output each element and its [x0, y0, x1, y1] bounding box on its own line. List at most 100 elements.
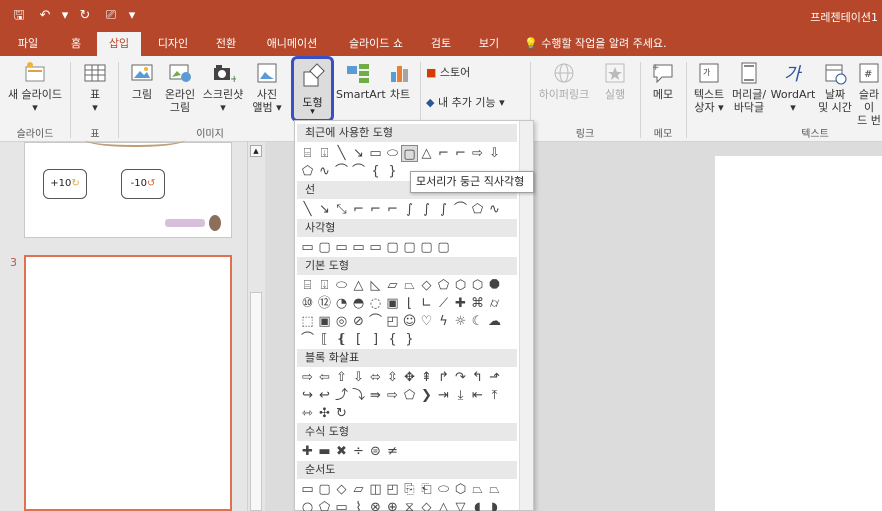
slide-thumbnail-3[interactable] [24, 255, 232, 511]
bent-up-arrow-icon[interactable]: ⬏ [486, 369, 503, 386]
octagon-icon[interactable]: ⯃ [486, 277, 503, 294]
pie-icon[interactable]: ◔ [333, 295, 350, 312]
arc-shape-icon[interactable]: ⌒ [350, 163, 367, 180]
tab-review[interactable]: 검토 [424, 32, 458, 56]
cross-icon[interactable]: ✚ [452, 295, 469, 312]
tell-me-box[interactable]: 💡 수행할 작업을 알려 주세요. [524, 32, 684, 56]
flow-tape-icon[interactable]: ⌇ [350, 499, 367, 511]
diagonal-stripe-icon[interactable]: ⟋ [435, 295, 452, 312]
vertical-textbox-shape-icon[interactable]: ⍗ [316, 145, 333, 162]
freeform-shape-icon[interactable]: ⬠ [299, 163, 316, 180]
notched-right-arrow-icon[interactable]: ⇨ [384, 387, 401, 404]
scroll-up-icon[interactable]: ▲ [250, 145, 262, 157]
minus-icon[interactable]: ▬ [316, 443, 333, 460]
shapes-button[interactable]: 도형 ▾ [291, 56, 334, 122]
flow-document-icon[interactable]: ⎘ [401, 481, 418, 498]
textbox-button[interactable]: 가 텍스트 상자 ▾ [690, 60, 728, 114]
presenter-icon[interactable]: ⎚ [100, 6, 122, 26]
parallelogram-icon[interactable]: ▱ [384, 277, 401, 294]
folded-corner-icon[interactable]: ◰ [384, 313, 401, 330]
round-two-rect-icon[interactable]: ▢ [418, 239, 435, 256]
left-right-up-arrow-icon[interactable]: ⇞ [418, 369, 435, 386]
bevel-icon[interactable]: ▣ [316, 313, 333, 330]
oval-shape-icon[interactable]: ⬭ [384, 145, 401, 162]
basic-vertical-textbox-icon[interactable]: ⍗ [316, 277, 333, 294]
quad-arrow-icon[interactable]: ✥ [401, 369, 418, 386]
left-up-arrow-icon[interactable]: ↰ [469, 369, 486, 386]
flow-summing-icon[interactable]: ⊗ [367, 499, 384, 511]
down-arrow-callout-icon[interactable]: ⤓ [452, 387, 469, 404]
divide-icon[interactable]: ÷ [350, 443, 367, 460]
snip-diag-rect-icon[interactable]: ▭ [367, 239, 384, 256]
circular-arrow-icon[interactable]: ↻ [333, 405, 350, 422]
not-equal-icon[interactable]: ≠ [384, 443, 401, 460]
tab-view[interactable]: 보기 [472, 32, 506, 56]
rounded-rectangle-shape-icon[interactable]: ▢ [401, 145, 418, 162]
l-shape-icon[interactable]: ∟ [418, 295, 435, 312]
arrow-line-shape-icon[interactable]: ↘ [350, 145, 367, 162]
flow-merge-icon[interactable]: ▽ [452, 499, 469, 511]
moon-icon[interactable]: ☾ [469, 313, 486, 330]
flow-preparation-icon[interactable]: ⬡ [452, 481, 469, 498]
pentagon-arrow-icon[interactable]: ⬠ [401, 387, 418, 404]
tab-insert[interactable]: 삽입 [97, 32, 141, 56]
half-frame-icon[interactable]: ⌊ [401, 295, 418, 312]
tab-design[interactable]: 디자인 [150, 32, 196, 56]
dodecagon-icon[interactable]: ⑫ [316, 295, 333, 312]
double-arrow-icon[interactable]: ⤡ [333, 201, 350, 218]
curve-icon[interactable]: ⌒ [452, 201, 469, 218]
left-right-arrow-callout-icon[interactable]: ⇿ [299, 405, 316, 422]
round-diag-rect-icon[interactable]: ▢ [435, 239, 452, 256]
curved-double-arrow-icon[interactable]: ∫ [435, 201, 452, 218]
diamond-icon[interactable]: ◇ [418, 277, 435, 294]
tab-transitions[interactable]: 전환 [206, 32, 246, 56]
left-brace-shape-icon[interactable]: { [367, 163, 384, 180]
undo-dropdown-icon[interactable]: ▾ [60, 6, 70, 26]
tab-animations[interactable]: 애니메이션 [258, 32, 326, 56]
curved-connector-icon[interactable]: ∫ [401, 201, 418, 218]
teardrop-icon[interactable]: ◌ [367, 295, 384, 312]
hexagon-icon[interactable]: ⬡ [452, 277, 469, 294]
quad-arrow-callout-icon[interactable]: ✣ [316, 405, 333, 422]
textbox-shape-icon[interactable]: ⌸ [299, 145, 316, 162]
arc-icon[interactable]: ⌒ [299, 331, 316, 348]
smiley-face-icon[interactable]: ☺ [401, 313, 418, 330]
wordart-button[interactable]: 가 WordArt ▾ [770, 60, 816, 114]
pentagon-icon[interactable]: ⬠ [435, 277, 452, 294]
u-turn-arrow-icon[interactable]: ↷ [452, 369, 469, 386]
chart-button[interactable]: 차트 [384, 60, 416, 101]
frame-icon[interactable]: ▣ [384, 295, 401, 312]
scribble-shape-icon[interactable]: ∿ [316, 163, 333, 180]
basic-textbox-icon[interactable]: ⌸ [299, 277, 316, 294]
bent-arrow-icon[interactable]: ↱ [435, 369, 452, 386]
cloud-icon[interactable]: ☁ [486, 313, 503, 330]
tab-file[interactable]: 파일 [8, 32, 48, 56]
cube-icon[interactable]: ⬚ [299, 313, 316, 330]
line-icon[interactable]: ╲ [299, 201, 316, 218]
curved-arrow-icon[interactable]: ∫ [418, 201, 435, 218]
plus-icon[interactable]: ✚ [299, 443, 316, 460]
multiply-icon[interactable]: ✖ [333, 443, 350, 460]
curved-right-arrow-icon[interactable]: ↪ [299, 387, 316, 404]
up-down-arrow-icon[interactable]: ⇳ [384, 369, 401, 386]
up-arrow-callout-icon[interactable]: ⤒ [486, 387, 503, 404]
action-button[interactable]: 실행 [598, 60, 632, 101]
block-arc-icon[interactable]: ⌒ [367, 313, 384, 330]
round-one-rect-icon[interactable]: ▢ [401, 239, 418, 256]
scroll-thumb[interactable] [250, 292, 262, 511]
flow-data-icon[interactable]: ▱ [350, 481, 367, 498]
tab-home[interactable]: 홈 [62, 32, 90, 56]
screenshot-button[interactable]: + 스크린샷 ▾ [200, 60, 246, 114]
smartart-button[interactable]: SmartArt [336, 60, 386, 101]
heptagon-icon[interactable]: ⬡ [469, 277, 486, 294]
flow-card-icon[interactable]: ▭ [333, 499, 350, 511]
header-footer-button[interactable]: 머리글/ 바닥글 [728, 60, 770, 114]
left-brace-icon[interactable]: { [384, 331, 401, 348]
store-button[interactable]: ■ 스토어 [426, 66, 516, 79]
hyperlink-button[interactable]: 하이퍼링크 [536, 60, 592, 101]
flow-extract-icon[interactable]: △ [435, 499, 452, 511]
curve-shape-icon[interactable]: ⌒ [333, 163, 350, 180]
pictures-button[interactable]: 그림 [124, 60, 160, 101]
online-pictures-button[interactable]: 온라인 그림 [160, 60, 200, 114]
flow-predefined-icon[interactable]: ◫ [367, 481, 384, 498]
